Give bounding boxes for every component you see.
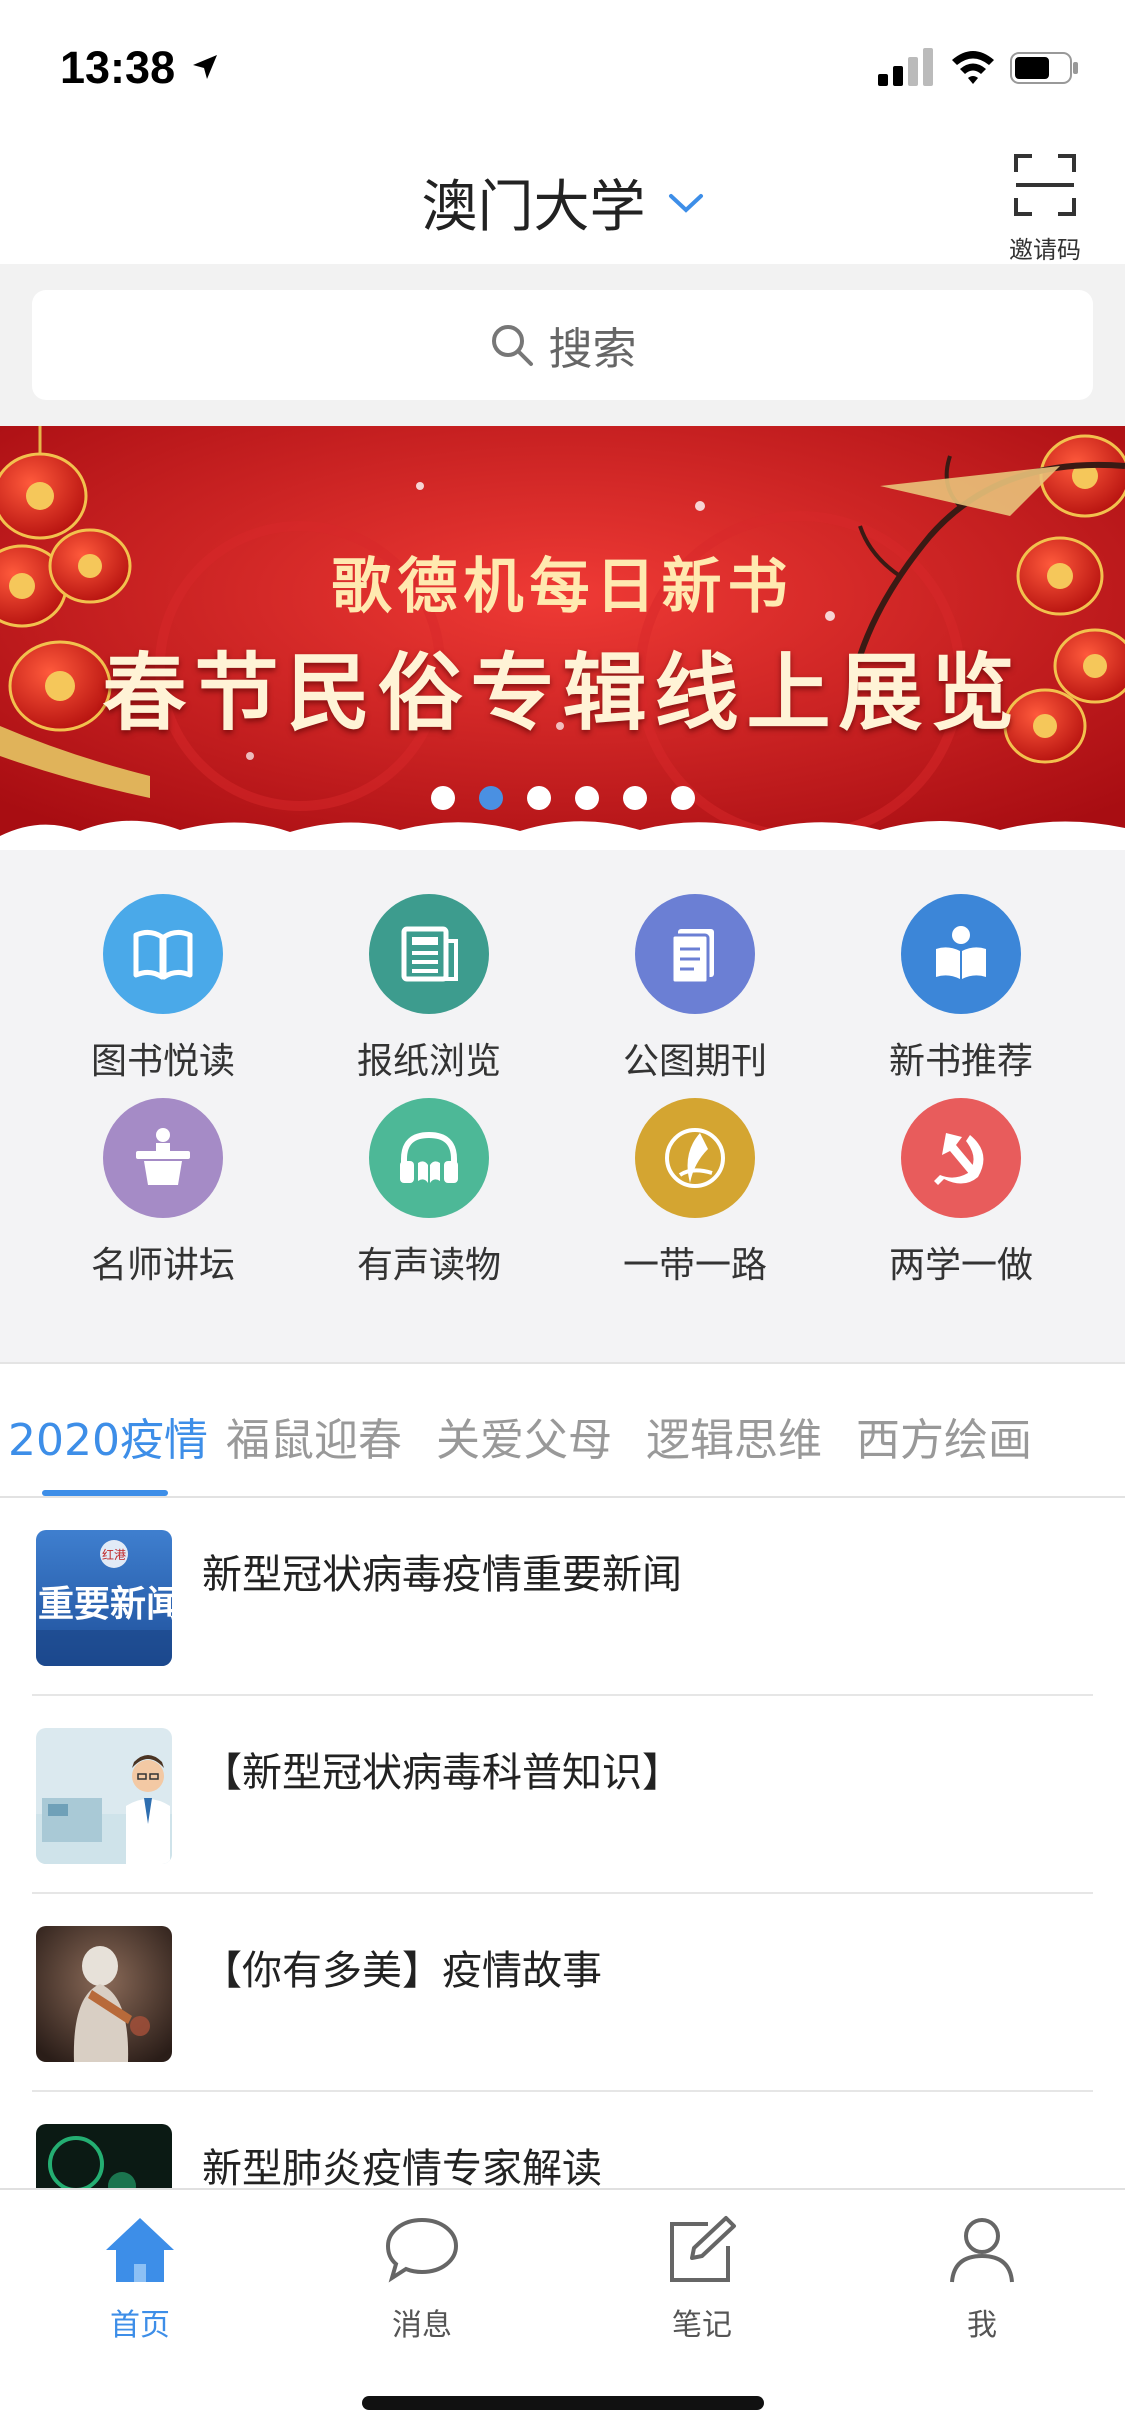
grid-label: 公图期刊 xyxy=(622,1041,767,1082)
tabbar-label: 首页 xyxy=(110,2308,170,2343)
news-thumbnail xyxy=(36,2124,172,2188)
thumb-text: 重要新闻 xyxy=(38,1584,172,1625)
location-arrow-icon xyxy=(193,55,217,79)
pagination-dot[interactable] xyxy=(670,786,695,810)
grid-label: 图书悦读 xyxy=(90,1041,235,1082)
category-tabs: 2020疫情 福鼠迎春 关爱父母 逻辑思维 西方绘画 xyxy=(0,1364,1125,1498)
grid-label: 有声读物 xyxy=(356,1245,501,1286)
tab-care-parents[interactable]: 关爱父母 xyxy=(436,1404,612,1468)
active-tab-indicator xyxy=(42,1490,168,1496)
news-title: 【你有多美】疫情故事 xyxy=(202,1948,602,1994)
grid-label: 名师讲坛 xyxy=(90,1245,235,1286)
wifi-icon xyxy=(952,51,994,84)
grid-item-audiobooks[interactable]: 有声读物 xyxy=(329,1098,529,1288)
grid-item-journals[interactable]: 公图期刊 xyxy=(595,894,795,1084)
search-input[interactable]: 搜索 xyxy=(32,290,1093,400)
reader-icon xyxy=(901,894,1021,1014)
search-placeholder: 搜索 xyxy=(548,324,637,375)
chevron-down-icon xyxy=(668,193,703,213)
tabbar-item-home[interactable]: 首页 xyxy=(70,2208,210,2343)
invite-code-label: 邀请码 xyxy=(1009,236,1081,264)
tab-logic-thinking[interactable]: 逻辑思维 xyxy=(646,1404,822,1468)
news-thumbnail xyxy=(36,1926,172,2062)
book-icon xyxy=(103,894,223,1014)
grid-label: 一带一路 xyxy=(622,1245,767,1286)
grid-item-new-books[interactable]: 新书推荐 xyxy=(861,894,1061,1084)
grid-label: 新书推荐 xyxy=(888,1041,1033,1082)
search-area: 搜索 xyxy=(0,264,1125,426)
message-icon xyxy=(385,2217,459,2283)
pagination-dot[interactable] xyxy=(622,786,647,810)
banner-subtitle: 歌德机每日新书 xyxy=(331,552,794,622)
news-title: 新型肺炎疫情专家解读 xyxy=(202,2146,602,2188)
grid-item-belt-road[interactable]: 一带一路 xyxy=(595,1098,795,1288)
tabbar-item-me[interactable]: 我 xyxy=(912,2208,1052,2343)
newspaper-icon xyxy=(369,894,489,1014)
tabbar-label: 消息 xyxy=(392,2308,452,2343)
belt-road-icon xyxy=(635,1098,755,1218)
grid-label: 报纸浏览 xyxy=(356,1041,501,1082)
news-title: 新型冠状病毒疫情重要新闻 xyxy=(202,1552,682,1598)
grid-item-books[interactable]: 图书悦读 xyxy=(63,894,263,1084)
user-icon xyxy=(950,2218,1014,2283)
podium-icon xyxy=(103,1098,223,1218)
tabbar-item-notes[interactable]: 笔记 xyxy=(632,2208,772,2343)
invite-code-button[interactable]: 邀请码 xyxy=(1000,146,1090,264)
note-icon xyxy=(670,2216,736,2282)
status-bar: 13:38 xyxy=(0,0,1125,132)
journal-icon xyxy=(635,894,755,1014)
signal-icon xyxy=(878,48,933,86)
grid-item-lectures[interactable]: 名师讲坛 xyxy=(63,1098,263,1288)
hammer-sickle-icon xyxy=(901,1098,1021,1218)
tab-rat-spring[interactable]: 福鼠迎春 xyxy=(226,1404,402,1468)
grid-label: 两学一做 xyxy=(888,1245,1033,1286)
home-icon xyxy=(106,2218,174,2282)
pagination-dot-active[interactable] xyxy=(478,786,503,810)
tabbar-label: 笔记 xyxy=(672,2308,732,2343)
banner-title: 春节民俗专辑线上展览 xyxy=(102,643,1023,742)
pagination-dot[interactable] xyxy=(526,786,551,810)
banner-pagination xyxy=(0,786,1125,810)
news-title: 【新型冠状病毒科普知识】 xyxy=(202,1750,682,1796)
news-thumbnail xyxy=(36,1728,172,1864)
tab-2020-epidemic[interactable]: 2020疫情 xyxy=(8,1404,208,1468)
battery-icon xyxy=(1010,52,1078,84)
library-name: 澳门大学 xyxy=(421,175,646,240)
grid-item-newspaper[interactable]: 报纸浏览 xyxy=(329,894,529,1084)
grid-item-party-study[interactable]: 两学一做 xyxy=(861,1098,1061,1288)
feature-grid: 图书悦读 报纸浏览 公图期刊 新书推荐 名师讲坛 有声读物 一带一路 两学一做 xyxy=(0,850,1125,1364)
search-icon xyxy=(491,325,533,366)
news-thumbnail: 红港 重要新闻 xyxy=(36,1530,172,1666)
tabbar-label: 我 xyxy=(967,2308,997,2343)
tabbar-item-messages[interactable]: 消息 xyxy=(352,2208,492,2343)
header: 澳门大学 邀请码 xyxy=(0,132,1125,264)
thumb-badge: 红港 xyxy=(102,1547,126,1562)
library-selector[interactable]: 澳门大学 xyxy=(0,162,1125,243)
news-list: 红港 重要新闻 新型冠状病毒疫情重要新闻 【新型冠状病毒科普知识】 【你有多美】… xyxy=(0,1498,1125,2188)
list-item[interactable]: 【新型冠状病毒科普知识】 xyxy=(32,1696,1093,1894)
list-item[interactable]: 【你有多美】疫情故事 xyxy=(32,1894,1093,2092)
list-item[interactable]: 新型肺炎疫情专家解读 xyxy=(32,2092,1093,2188)
tab-western-painting[interactable]: 西方绘画 xyxy=(856,1404,1032,1468)
pagination-dot[interactable] xyxy=(574,786,599,810)
pagination-dot[interactable] xyxy=(430,786,455,810)
headphones-icon xyxy=(369,1098,489,1218)
list-item[interactable]: 红港 重要新闻 新型冠状病毒疫情重要新闻 xyxy=(32,1498,1093,1696)
home-indicator[interactable] xyxy=(362,2396,764,2410)
scan-icon xyxy=(1014,154,1076,216)
status-time: 13:38 xyxy=(60,42,176,93)
promo-banner[interactable]: 歌德机每日新书 春节民俗专辑线上展览 xyxy=(0,426,1125,850)
